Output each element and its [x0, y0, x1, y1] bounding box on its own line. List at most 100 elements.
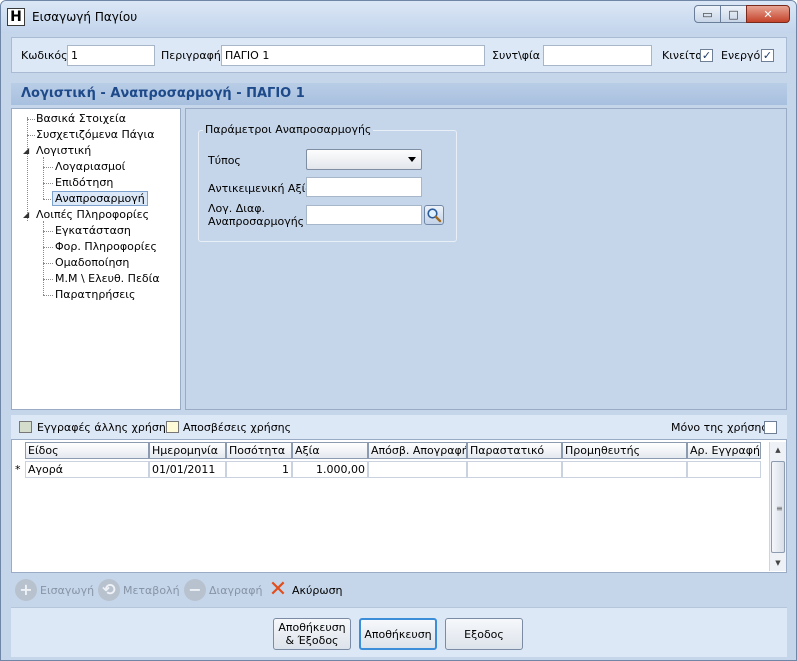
tree-item-other-info[interactable]: Λοιπές Πληροφορίες	[36, 208, 149, 221]
column-header[interactable]: Ημερομηνία	[149, 442, 226, 459]
tree-guide	[27, 117, 28, 221]
cancel-label: Ακύρωση	[292, 583, 343, 597]
other-year-label: Εγγραφές άλλης χρήσης	[37, 421, 173, 434]
dialog-buttons: Αποθήκευση & Έξοδος Αποθήκευση Εξοδος	[11, 607, 787, 657]
tree-item-related-assets[interactable]: Συσχετιζόμενα Πάγια	[36, 128, 155, 141]
grid-actions: + Εισαγωγή ⟲ Μεταβολή − Διαγραφή ✕ Ακύρω…	[11, 576, 787, 604]
save-button[interactable]: Αποθήκευση	[359, 618, 437, 650]
table-cell-entry-no[interactable]	[687, 461, 761, 478]
type-select[interactable]	[306, 149, 422, 170]
save-exit-line2: & Έξοδος	[285, 634, 339, 647]
tree-guide	[43, 167, 53, 168]
table-cell-date[interactable]: 01/01/2011	[149, 461, 226, 478]
insert-button[interactable]: + Εισαγωγή	[15, 579, 94, 601]
refresh-icon: ⟲	[98, 579, 120, 601]
column-header[interactable]: Αρ. Εγγραφής	[687, 442, 761, 459]
only-year-label: Μόνο της χρήσης	[671, 421, 768, 434]
modify-button[interactable]: ⟲ Μεταβολή	[98, 579, 180, 601]
expand-arrow-icon[interactable]: ◢	[23, 146, 29, 155]
delete-button[interactable]: − Διαγραφή	[184, 579, 262, 601]
plus-icon: +	[15, 579, 37, 601]
table-cell-depreciation[interactable]	[368, 461, 467, 478]
maximize-icon: □	[728, 7, 739, 21]
entries-grid: Είδος Ημερομηνία Ποσότητα Αξία Απόσβ. Απ…	[11, 439, 787, 573]
scroll-thumb[interactable]: ≡	[771, 461, 785, 553]
title-bar[interactable]: H Εισαγωγή Παγίου ▭ □ ✕	[1, 1, 796, 33]
tree-item-accounting[interactable]: Λογιστική	[36, 144, 91, 157]
description-label: Περιγραφή	[161, 49, 221, 62]
app-icon: H	[7, 8, 25, 26]
vertical-scrollbar[interactable]: ▲ ≡ ▼	[769, 442, 786, 571]
description-input[interactable]: ΠΑΓΙΟ 1	[221, 45, 485, 66]
column-header[interactable]: Είδος	[25, 442, 149, 459]
tree-item-basic-info[interactable]: Βασικά Στοιχεία	[36, 112, 126, 125]
code-input[interactable]: 1	[67, 45, 155, 66]
code-label: Κωδικός	[21, 49, 68, 62]
active-label: Ενεργό	[721, 49, 761, 62]
expand-arrow-icon[interactable]: ◢	[23, 210, 29, 219]
new-row-marker: *	[15, 463, 21, 476]
account-label-line2: Αναπροσαρμογής	[208, 215, 305, 228]
asset-entry-window: H Εισαγωγή Παγίου ▭ □ ✕ Κωδικός 1 Περιγρ…	[0, 0, 797, 661]
delete-label: Διαγραφή	[209, 583, 263, 597]
tree-item-installation[interactable]: Εγκατάσταση	[55, 224, 131, 237]
tree-item-free-fields[interactable]: Μ.Μ \ Ελευθ. Πεδία	[55, 272, 160, 285]
account-input[interactable]	[306, 205, 422, 225]
modify-label: Μεταβολή	[123, 583, 180, 597]
only-year-checkbox[interactable]	[764, 421, 777, 434]
tree-item-revaluation[interactable]: Αναπροσαρμογή	[52, 191, 148, 206]
column-header[interactable]: Αξία	[292, 442, 368, 459]
save-label: Αποθήκευση	[364, 627, 432, 641]
table-cell-value[interactable]: 1.000,00	[292, 461, 368, 478]
minimize-button[interactable]: ▭	[694, 5, 721, 23]
tree-guide	[43, 263, 53, 264]
column-header[interactable]: Προμηθευτής	[562, 442, 687, 459]
scroll-down-icon[interactable]: ▼	[770, 555, 786, 571]
conversion-label: Συντ\φία	[492, 49, 541, 62]
tree-item-accounts[interactable]: Λογαριασμοί	[55, 160, 125, 173]
objective-value-input[interactable]	[306, 177, 422, 197]
objective-value-label: Αντικειμενική Αξία	[208, 182, 313, 195]
section-header: Λογιστική - Αναπροσαρμογή - ΠΑΓΙΟ 1	[11, 83, 787, 105]
exit-button[interactable]: Εξοδος	[445, 618, 523, 650]
column-header[interactable]: Παραστατικό	[467, 442, 562, 459]
depreciation-swatch	[166, 421, 179, 433]
magnifier-icon	[427, 208, 442, 223]
close-icon: ✕	[763, 7, 773, 21]
section-title: Λογιστική - Αναπροσαρμογή - ΠΑΓΙΟ 1	[21, 86, 305, 101]
header-fields: Κωδικός 1 Περιγραφή ΠΑΓΙΟ 1 Συντ\φία Κιν…	[11, 37, 787, 73]
tree-guide	[43, 221, 44, 295]
column-header[interactable]: Απόσβ. Απογραφής	[368, 442, 467, 459]
tree-guide	[43, 295, 53, 296]
tree-guide	[43, 157, 44, 199]
save-and-exit-button[interactable]: Αποθήκευση & Έξοδος	[273, 618, 351, 650]
close-button[interactable]: ✕	[746, 5, 790, 23]
lookup-button[interactable]	[424, 205, 444, 225]
tree-item-notes[interactable]: Παρατηρήσεις	[55, 288, 135, 301]
other-year-swatch	[19, 421, 32, 433]
table-cell-supplier[interactable]	[562, 461, 687, 478]
maximize-button[interactable]: □	[720, 5, 747, 23]
revaluation-panel: Παράμετροι Αναπροσαρμογής Τύπος Αντικειμ…	[185, 108, 787, 410]
legend-bar: Εγγραφές άλλης χρήσης Αποσβέσεις χρήσης …	[11, 415, 787, 439]
grip-icon: ≡	[776, 504, 783, 513]
tree-item-subsidy[interactable]: Επιδότηση	[55, 176, 113, 189]
tree-item-grouping[interactable]: Ομαδοποίηση	[55, 256, 129, 269]
cancel-button[interactable]: ✕ Ακύρωση	[267, 579, 343, 601]
column-header[interactable]: Ποσότητα	[226, 442, 292, 459]
moving-checkbox[interactable]: ✓	[700, 49, 713, 62]
conversion-input[interactable]	[543, 45, 652, 66]
minus-icon: −	[184, 579, 206, 601]
tree-guide	[43, 279, 53, 280]
window-title: Εισαγωγή Παγίου	[32, 10, 138, 24]
table-cell-quantity[interactable]: 1	[226, 461, 292, 478]
tree-item-tax-info[interactable]: Φορ. Πληροφορίες	[55, 240, 157, 253]
table-cell-document[interactable]	[467, 461, 562, 478]
scroll-up-icon[interactable]: ▲	[770, 442, 786, 458]
minimize-icon: ▭	[702, 7, 713, 21]
check-icon: ✓	[762, 49, 773, 62]
table-cell-type[interactable]: Αγορά	[25, 461, 149, 478]
tree-guide	[43, 183, 53, 184]
active-checkbox[interactable]: ✓	[761, 49, 774, 62]
revaluation-parameters-group: Παράμετροι Αναπροσαρμογής Τύπος Αντικειμ…	[198, 123, 457, 242]
